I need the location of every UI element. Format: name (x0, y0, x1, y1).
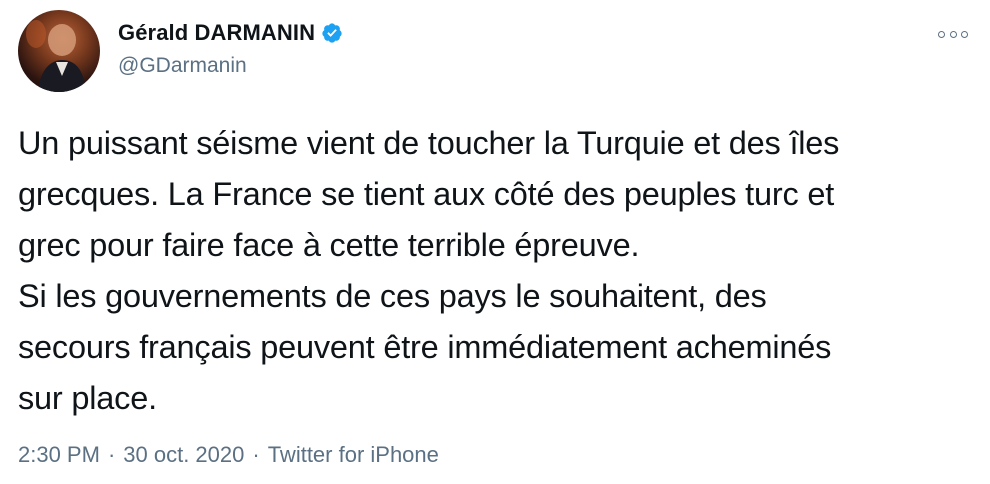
meta-separator: · (252, 442, 260, 467)
tweet-text: Un puissant séisme vient de toucher la T… (18, 125, 840, 416)
author-handle[interactable]: @GDarmanin (118, 54, 343, 78)
more-dot (961, 30, 968, 38)
tweet-card: Gérald DARMANIN @GDarmanin Un puissant s… (0, 0, 990, 484)
tweet-metadata: 2:30 PM · 30 oct. 2020 · Twitter for iPh… (18, 442, 439, 468)
meta-separator: · (107, 442, 116, 467)
more-options-icon[interactable] (938, 24, 968, 44)
tweet-source[interactable]: Twitter for iPhone (268, 442, 439, 468)
avatar[interactable] (18, 10, 100, 92)
tweet-date[interactable]: 30 oct. 2020 (123, 442, 244, 468)
more-dot (949, 30, 957, 38)
display-name[interactable]: Gérald DARMANIN (118, 20, 315, 46)
tweet-header: Gérald DARMANIN @GDarmanin (18, 10, 972, 94)
tweet-time[interactable]: 2:30 PM (18, 442, 100, 468)
verified-badge-icon (321, 22, 343, 44)
more-dot (938, 30, 945, 38)
author-info: Gérald DARMANIN @GDarmanin (118, 18, 343, 78)
avatar-photo-icon (26, 20, 86, 92)
display-name-row: Gérald DARMANIN (118, 18, 343, 48)
